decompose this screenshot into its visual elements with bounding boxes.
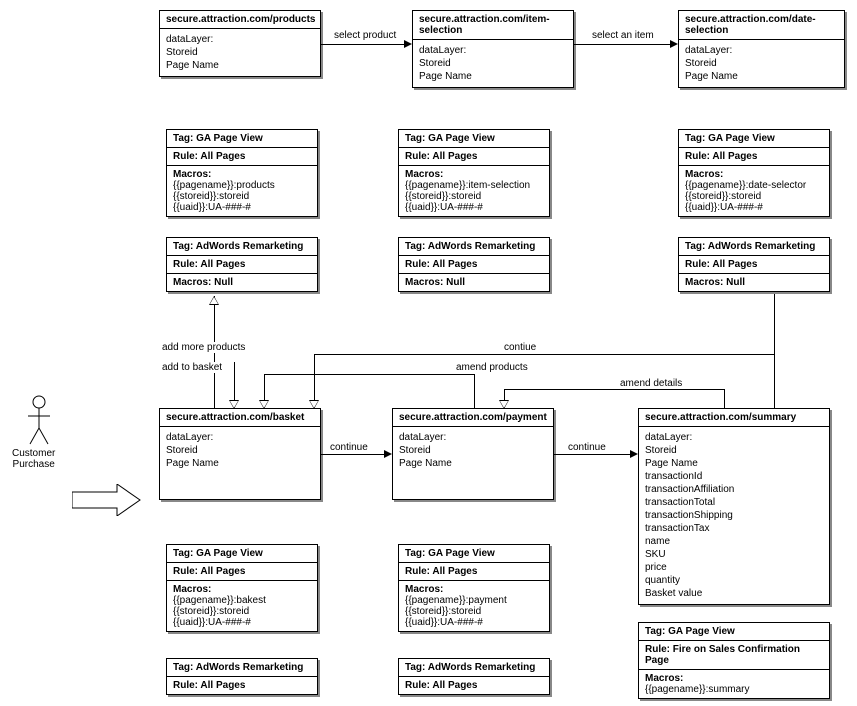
page-products-body: dataLayer: Storeid Page Name	[160, 29, 320, 76]
ga-date: Tag: GA Page View Rule: All Pages Macros…	[678, 129, 830, 217]
label-add-basket: add to basket	[162, 362, 222, 373]
page-products: secure.attraction.com/products dataLayer…	[159, 10, 321, 77]
arrow-select-item	[670, 40, 678, 48]
ga-products-macros: {{pagename}}:products {{storeid}}:storei…	[173, 180, 275, 213]
ga-item: Tag: GA Page View Rule: All Pages Macros…	[398, 129, 550, 217]
edge-select-item	[574, 44, 672, 45]
edge-date-continue	[774, 294, 775, 408]
label-amend-details: amend details	[620, 378, 682, 389]
edge-select-product	[321, 44, 407, 45]
aw-date: Tag: AdWords Remarketing Rule: All Pages…	[678, 237, 830, 292]
edge-continue-horiz	[314, 354, 774, 355]
aw-payment: Tag: AdWords Remarketing Rule: All Pages	[398, 658, 550, 695]
edge-amend-details-v1	[724, 389, 725, 408]
page-date-body: dataLayer: Storeid Page Name	[679, 40, 844, 87]
page-item-title: secure.attraction.com/item-selection	[413, 11, 573, 40]
label-add-more: add more products	[162, 342, 245, 353]
stick-figure-icon	[24, 394, 54, 446]
actor-label: Customer Purchase	[12, 448, 55, 470]
aw-item: Tag: AdWords Remarketing Rule: All Pages…	[398, 237, 550, 292]
edge-basket-continue	[321, 454, 387, 455]
ga-payment: Tag: GA Page View Rule: All Pages Macros…	[398, 544, 550, 632]
label-select-item: select an item	[592, 30, 654, 41]
aw-basket: Tag: AdWords Remarketing Rule: All Pages	[166, 658, 318, 695]
ga-products-tag: Tag: GA Page View	[167, 130, 317, 148]
label-payment-continue: continue	[568, 442, 606, 453]
ga-basket: Tag: GA Page View Rule: All Pages Macros…	[166, 544, 318, 632]
ga-summary: Tag: GA Page View Rule: Fire on Sales Co…	[638, 622, 830, 699]
page-payment: secure.attraction.com/payment dataLayer:…	[392, 408, 554, 500]
label-continue-top: contiue	[504, 342, 536, 353]
ga-products-rule: Rule: All Pages	[167, 148, 317, 166]
actor-customer	[24, 394, 54, 449]
page-products-title: secure.attraction.com/products	[160, 11, 320, 29]
page-basket: secure.attraction.com/basket dataLayer: …	[159, 408, 321, 500]
arrow-payment-continue	[630, 450, 638, 458]
arrow-select-product	[404, 40, 412, 48]
page-summary: secure.attraction.com/summary dataLayer:…	[638, 408, 830, 605]
page-item-body: dataLayer: Storeid Page Name	[413, 40, 573, 87]
page-date-title: secure.attraction.com/date-selection	[679, 11, 844, 40]
edge-payment-continue	[554, 454, 632, 455]
arrow-basket-continue	[384, 450, 392, 458]
page-date: secure.attraction.com/date-selection dat…	[678, 10, 845, 88]
block-arrow-icon	[72, 484, 142, 516]
label-amend-products: amend products	[456, 362, 528, 373]
arrow-add-more	[209, 296, 219, 305]
ga-products: Tag: GA Page View Rule: All Pages Macros…	[166, 129, 318, 217]
aw-products: Tag: AdWords Remarketing Rule: All Pages…	[166, 237, 318, 292]
label-select-product: select product	[334, 30, 396, 41]
edge-amend-products-v	[474, 374, 475, 408]
label-basket-continue: continue	[330, 442, 368, 453]
edge-amend-products-h	[264, 374, 474, 375]
ga-products-mlabel: Macros:	[173, 169, 211, 180]
page-item: secure.attraction.com/item-selection dat…	[412, 10, 574, 88]
edge-amend-details-h	[504, 389, 724, 390]
